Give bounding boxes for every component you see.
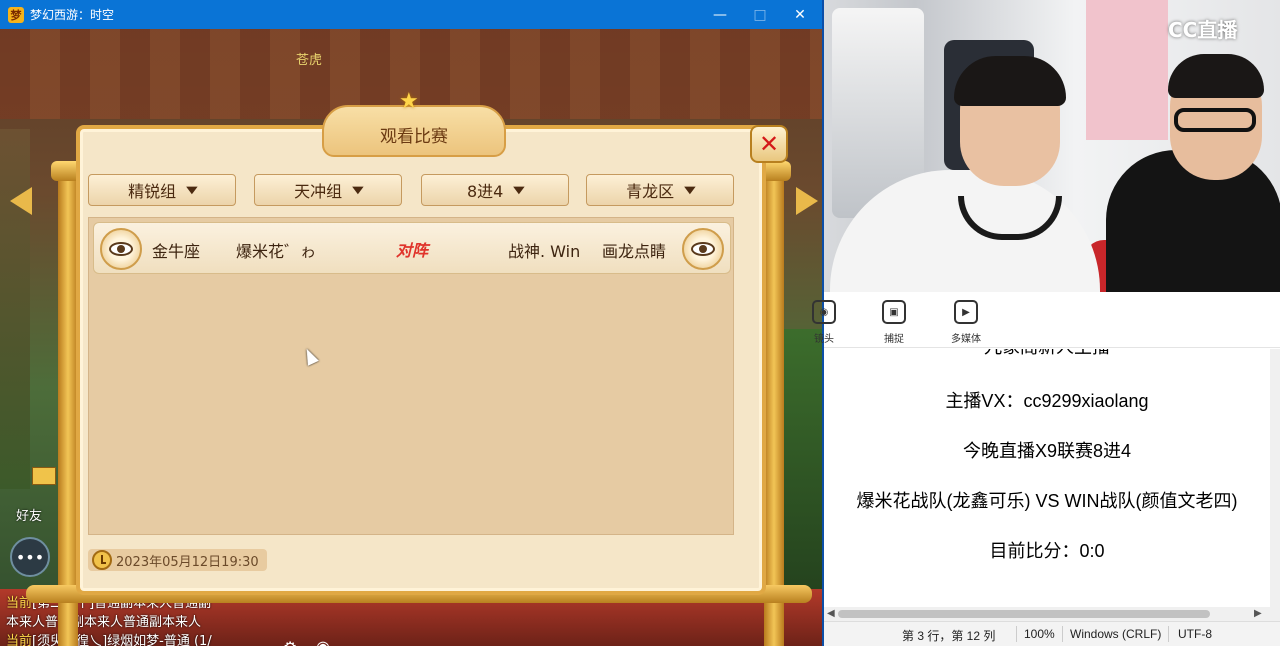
- editor-line: 爆米花战队(龙鑫可乐) VS WIN战队(颜值文老四): [856, 491, 1238, 511]
- streamer-hair: [954, 56, 1066, 106]
- right-server-name: 画龙点睛: [602, 242, 667, 261]
- editor-text-area[interactable]: 九象阁新人主播 主播VX：cc9299xiaolang 今晚直播X9联赛8进4 …: [824, 349, 1270, 607]
- clock-icon: [92, 550, 112, 570]
- editor-line: 九象阁新人主播: [824, 349, 1270, 359]
- chevron-down-icon: ▼: [186, 184, 198, 196]
- game-window-title: 梦幻西游：时空: [30, 8, 115, 22]
- versus-label: 对阵: [396, 241, 429, 260]
- left-server-name: 金牛座: [152, 242, 201, 261]
- game-scene[interactable]: 苍虎 好友 ••• 当前[第二题个]普通副本来人普通副 本来人普通副本来人普通副…: [0, 29, 822, 646]
- group-dropdown-label: 精锐组: [128, 182, 177, 201]
- scrollbar-thumb[interactable]: [838, 610, 1210, 618]
- dialog-close-button[interactable]: ✕: [750, 125, 788, 163]
- group-dropdown[interactable]: 精锐组 ▼: [88, 174, 236, 206]
- background-person: [1086, 0, 1168, 140]
- toolbar-capture-button[interactable]: ▣ 捕捉: [864, 300, 924, 346]
- scene-label: 苍虎: [296, 53, 323, 68]
- round-dropdown-label: 8进4: [466, 182, 504, 201]
- camera-icon: ◉: [812, 300, 836, 324]
- toolbar-media-button[interactable]: ▶ 多媒体: [936, 300, 996, 346]
- cc-live-logo: CC直播: [1168, 18, 1238, 42]
- scroll-rod-left: [58, 173, 78, 646]
- chevron-down-icon: ▼: [352, 184, 364, 196]
- editor-line: 目前比分：0:0: [989, 541, 1105, 561]
- eye-icon: [109, 242, 133, 256]
- division-dropdown-label: 天冲组: [294, 182, 343, 201]
- close-window-button[interactable]: ✕: [780, 0, 820, 29]
- text-editor-panel: ◉ 镜头 ▣ 捕捉 ▶ 多媒体 九象阁新人主播 主播VX：cc9299xiaol…: [812, 292, 1280, 646]
- toolbar-camera-label: 镜头: [814, 334, 834, 345]
- horizontal-scrollbar[interactable]: ◀ ▶: [824, 607, 1280, 621]
- media-play-icon: ▶: [954, 300, 978, 324]
- right-team-name: 战神. Win: [508, 242, 581, 261]
- line-ending: Windows (CRLF): [1070, 627, 1162, 641]
- eye-icon: [691, 242, 715, 256]
- webcam-feed: CC直播: [824, 0, 1280, 292]
- region-dropdown-label: 青龙区: [626, 182, 675, 201]
- screen: 梦 梦幻西游：时空 — □ ✕ 苍虎 好友 ••• 当前[第二题个]普通副本来人…: [0, 0, 1280, 646]
- left-team-name: 爆米花゛ゎ: [236, 242, 317, 261]
- game-window: 梦 梦幻西游：时空 — □ ✕ 苍虎 好友 ••• 当前[第二题个]普通副本来人…: [0, 0, 822, 646]
- match-viewing-dialog: 观看比赛 ★ ✕ 精锐组 ▼ 天冲组 ▼ 8进4 ▼ 青龙区 ▼ 金牛座 爆米花…: [10, 89, 820, 646]
- status-divider: [1168, 626, 1169, 642]
- chevron-down-icon: ▼: [513, 184, 525, 196]
- screenshot-camera-icon[interactable]: ◉: [316, 637, 342, 646]
- status-divider: [1062, 626, 1063, 642]
- minimize-button[interactable]: —: [700, 0, 740, 29]
- division-dropdown[interactable]: 天冲组 ▼: [254, 174, 402, 206]
- capture-icon: ▣: [882, 300, 906, 324]
- chat-line: 本来人普通副本来人普通副本来人: [6, 615, 202, 630]
- watch-right-button[interactable]: [682, 228, 724, 270]
- editor-status-bar: 第 3 行，第 12 列 100% Windows (CRLF) UTF-8: [824, 621, 1280, 646]
- close-icon: ✕: [758, 130, 780, 158]
- round-dropdown[interactable]: 8进4 ▼: [421, 174, 569, 206]
- toolbar-camera-button[interactable]: ◉ 镜头: [794, 300, 854, 346]
- chat-line: 当前[须臾彷徨乀]绿烟如梦-普通 (1/: [6, 634, 212, 646]
- cursor-position: 第 3 行，第 12 列: [902, 629, 996, 643]
- zoom-level: 100%: [1024, 627, 1055, 641]
- game-app-icon: 梦: [8, 6, 24, 23]
- stream-toolbar: ◉ 镜头 ▣ 捕捉 ▶ 多媒体: [812, 292, 1280, 348]
- game-titlebar[interactable]: 梦 梦幻西游：时空 — □ ✕: [0, 0, 822, 29]
- match-list: 金牛座 爆米花゛ゎ 对阵 战神. Win 画龙点睛: [88, 217, 734, 535]
- gear-icon[interactable]: ⚙: [283, 638, 305, 646]
- match-date: 2023年05月12日19:30: [116, 554, 259, 570]
- arrow-left-icon: [10, 187, 32, 215]
- arrow-right-icon: [796, 187, 818, 215]
- match-row[interactable]: 金牛座 爆米花゛ゎ 对阵 战神. Win 画龙点睛: [93, 222, 731, 274]
- match-date-badge: 2023年05月12日19:30: [88, 549, 267, 571]
- vertical-scrollbar[interactable]: [1270, 349, 1280, 607]
- toolbar-capture-label: 捕捉: [884, 334, 904, 345]
- scroll-left-icon[interactable]: ◀: [827, 607, 835, 621]
- scroll-right-icon[interactable]: ▶: [1254, 607, 1262, 621]
- dialog-title: 观看比赛: [380, 127, 448, 147]
- chevron-down-icon: ▼: [684, 184, 696, 196]
- region-dropdown[interactable]: 青龙区 ▼: [586, 174, 734, 206]
- toolbar-media-label: 多媒体: [951, 334, 981, 345]
- guest-hair: [1168, 54, 1264, 98]
- guest-glasses: [1174, 108, 1256, 132]
- maximize-button[interactable]: □: [740, 0, 780, 29]
- editor-line: 今晚直播X9联赛8进4: [962, 441, 1132, 461]
- scroll-rod-right: [764, 173, 784, 646]
- star-icon: ★: [399, 89, 419, 114]
- encoding: UTF-8: [1178, 627, 1212, 641]
- watch-left-button[interactable]: [100, 228, 142, 270]
- editor-line: 主播VX：cc9299xiaolang: [945, 391, 1149, 411]
- status-divider: [1016, 626, 1017, 642]
